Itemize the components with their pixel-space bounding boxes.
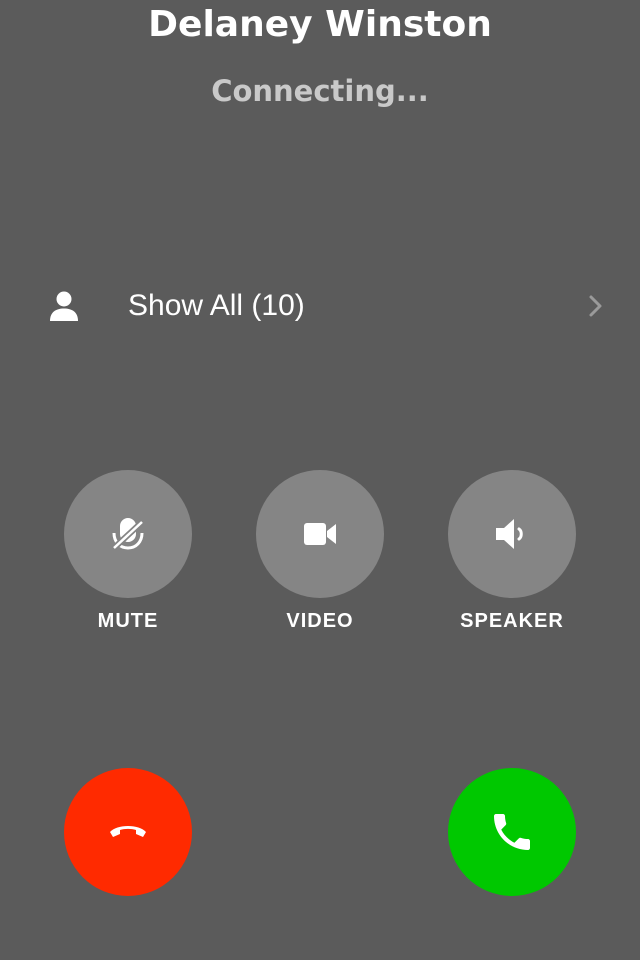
show-all-label: Show All (10)	[128, 289, 305, 322]
mute-control: MUTE	[64, 470, 192, 632]
video-camera-icon	[304, 523, 336, 545]
decline-button[interactable]	[64, 768, 192, 896]
video-button[interactable]	[256, 470, 384, 598]
video-label: VIDEO	[286, 610, 354, 632]
call-status: Connecting...	[211, 74, 429, 108]
speaker-icon	[496, 519, 523, 549]
speaker-label: SPEAKER	[460, 610, 564, 632]
person-icon	[50, 291, 78, 321]
microphone-off-icon	[111, 518, 145, 551]
mute-button[interactable]	[64, 470, 192, 598]
speaker-control: SPEAKER	[448, 470, 576, 632]
caller-name: Delaney Winston	[148, 4, 492, 45]
speaker-button[interactable]	[448, 470, 576, 598]
phone-icon	[494, 814, 530, 850]
chevron-right-icon	[589, 295, 602, 317]
accept-button[interactable]	[448, 768, 576, 896]
video-control: VIDEO	[256, 470, 384, 632]
mute-label: MUTE	[97, 610, 159, 632]
hang-up-icon	[110, 826, 146, 837]
show-all-contacts-row[interactable]: Show All (10)	[0, 276, 640, 336]
